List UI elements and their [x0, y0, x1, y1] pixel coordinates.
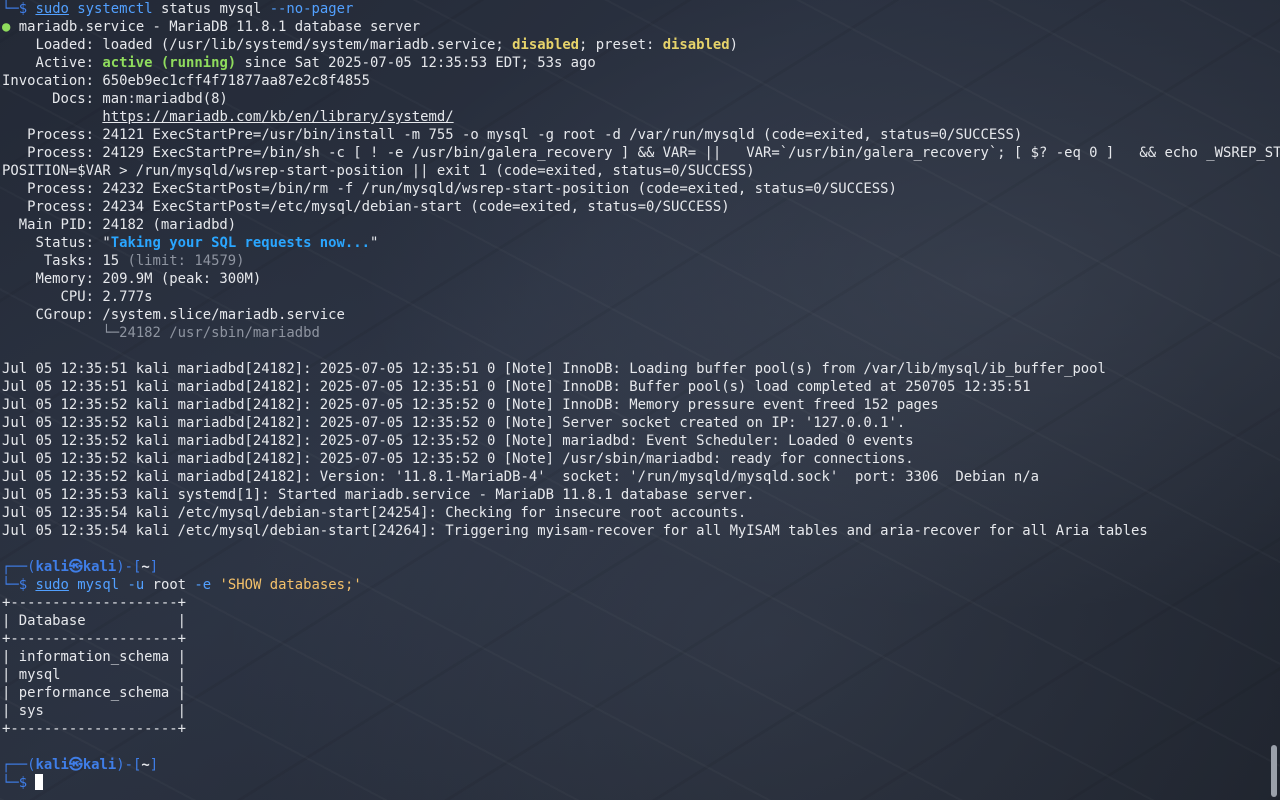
command-option: --no-pager	[269, 1, 354, 17]
log-line: Jul 05 12:35:52 kali mariadbd[24182]: 20…	[2, 433, 914, 449]
cgroup-line: CGroup: /system.slice/mariadb.service	[2, 307, 345, 323]
service-title: ● mariadb.service - MariaDB 11.8.1 datab…	[2, 19, 421, 35]
log-line: Jul 05 12:35:51 kali mariadbd[24182]: 20…	[2, 361, 1106, 377]
terminal-scrollbar[interactable]	[1271, 745, 1277, 797]
table-border: +--------------------+	[2, 595, 186, 611]
log-line: Jul 05 12:35:52 kali mariadbd[24182]: Ve…	[2, 469, 1039, 485]
text-cursor	[35, 774, 44, 790]
status-message: Taking your SQL requests now...	[110, 235, 370, 251]
active-command-line[interactable]: └─$	[2, 774, 44, 792]
table-row: | information_schema |	[2, 649, 186, 665]
memory-line: Memory: 209.9M (peak: 300M)	[2, 271, 262, 287]
status-dot-icon: ●	[2, 19, 11, 35]
table-row: | mysql |	[2, 667, 186, 683]
process-line: Process: 24234 ExecStartPost=/etc/mysql/…	[2, 199, 730, 215]
terminal-window[interactable]: └─$ sudo systemctl status mysql --no-pag…	[2, 0, 1280, 800]
table-row: | performance_schema |	[2, 685, 186, 701]
process-line: Process: 24232 ExecStartPost=/bin/rm -f …	[2, 181, 897, 197]
table-row: | sys |	[2, 703, 186, 719]
loaded-line: Loaded: loaded (/usr/lib/systemd/system/…	[2, 37, 738, 53]
command-program: systemctl	[77, 1, 153, 17]
process-line: Process: 24121 ExecStartPre=/usr/bin/ins…	[2, 127, 1023, 143]
sudo-keyword: sudo	[35, 1, 69, 17]
log-line: Jul 05 12:35:52 kali mariadbd[24182]: 20…	[2, 415, 906, 431]
command-line-systemctl: └─$ sudo systemctl status mysql --no-pag…	[2, 0, 353, 18]
cpu-line: CPU: 2.777s	[2, 289, 153, 305]
docs-url-line: https://mariadb.com/kb/en/library/system…	[2, 108, 453, 126]
command-line-mysql: └─$ sudo mysql -u root -e 'SHOW database…	[2, 577, 362, 593]
status-line: Status: "Taking your SQL requests now...…	[2, 235, 379, 251]
process-line-wrap: POSITION=$VAR > /run/mysqld/wsrep-start-…	[2, 163, 755, 179]
command-args: status mysql	[160, 1, 262, 17]
prompt-corner: └─	[2, 1, 19, 17]
table-border: +--------------------+	[2, 631, 186, 647]
tasks-line: Tasks: 15 (limit: 14579)	[2, 253, 245, 269]
log-line: Jul 05 12:35:52 kali mariadbd[24182]: 20…	[2, 397, 939, 413]
invocation-line: Invocation: 650eb9ec1cff4f71877aa87e2c8f…	[2, 73, 370, 89]
docs-url-link[interactable]: https://mariadb.com/kb/en/library/system…	[102, 109, 453, 125]
log-line: Jul 05 12:35:51 kali mariadbd[24182]: 20…	[2, 379, 1031, 395]
log-line: Jul 05 12:35:53 kali systemd[1]: Started…	[2, 487, 755, 503]
table-header: | Database |	[2, 613, 186, 629]
log-line: Jul 05 12:35:54 kali /etc/mysql/debian-s…	[2, 523, 1148, 539]
active-state: active (running)	[102, 55, 237, 71]
cgroup-child-line: └─24182 /usr/sbin/mariadbd	[2, 325, 320, 341]
active-line: Active: active (running) since Sat 2025-…	[2, 55, 596, 71]
log-line: Jul 05 12:35:54 kali /etc/mysql/debian-s…	[2, 505, 747, 521]
main-pid-line: Main PID: 24182 (mariadbd)	[2, 217, 237, 233]
process-line: Process: 24129 ExecStartPre=/bin/sh -c […	[2, 145, 1280, 161]
prompt-header: ┌──(kali㉿kali)-[~]	[2, 559, 159, 575]
docs-line: Docs: man:mariadbd(8)	[2, 91, 228, 107]
prompt-symbol: $	[18, 1, 36, 17]
table-border: +--------------------+	[2, 721, 186, 737]
prompt-header: ┌──(kali㉿kali)-[~]	[2, 757, 159, 773]
log-line: Jul 05 12:35:52 kali mariadbd[24182]: 20…	[2, 451, 914, 467]
